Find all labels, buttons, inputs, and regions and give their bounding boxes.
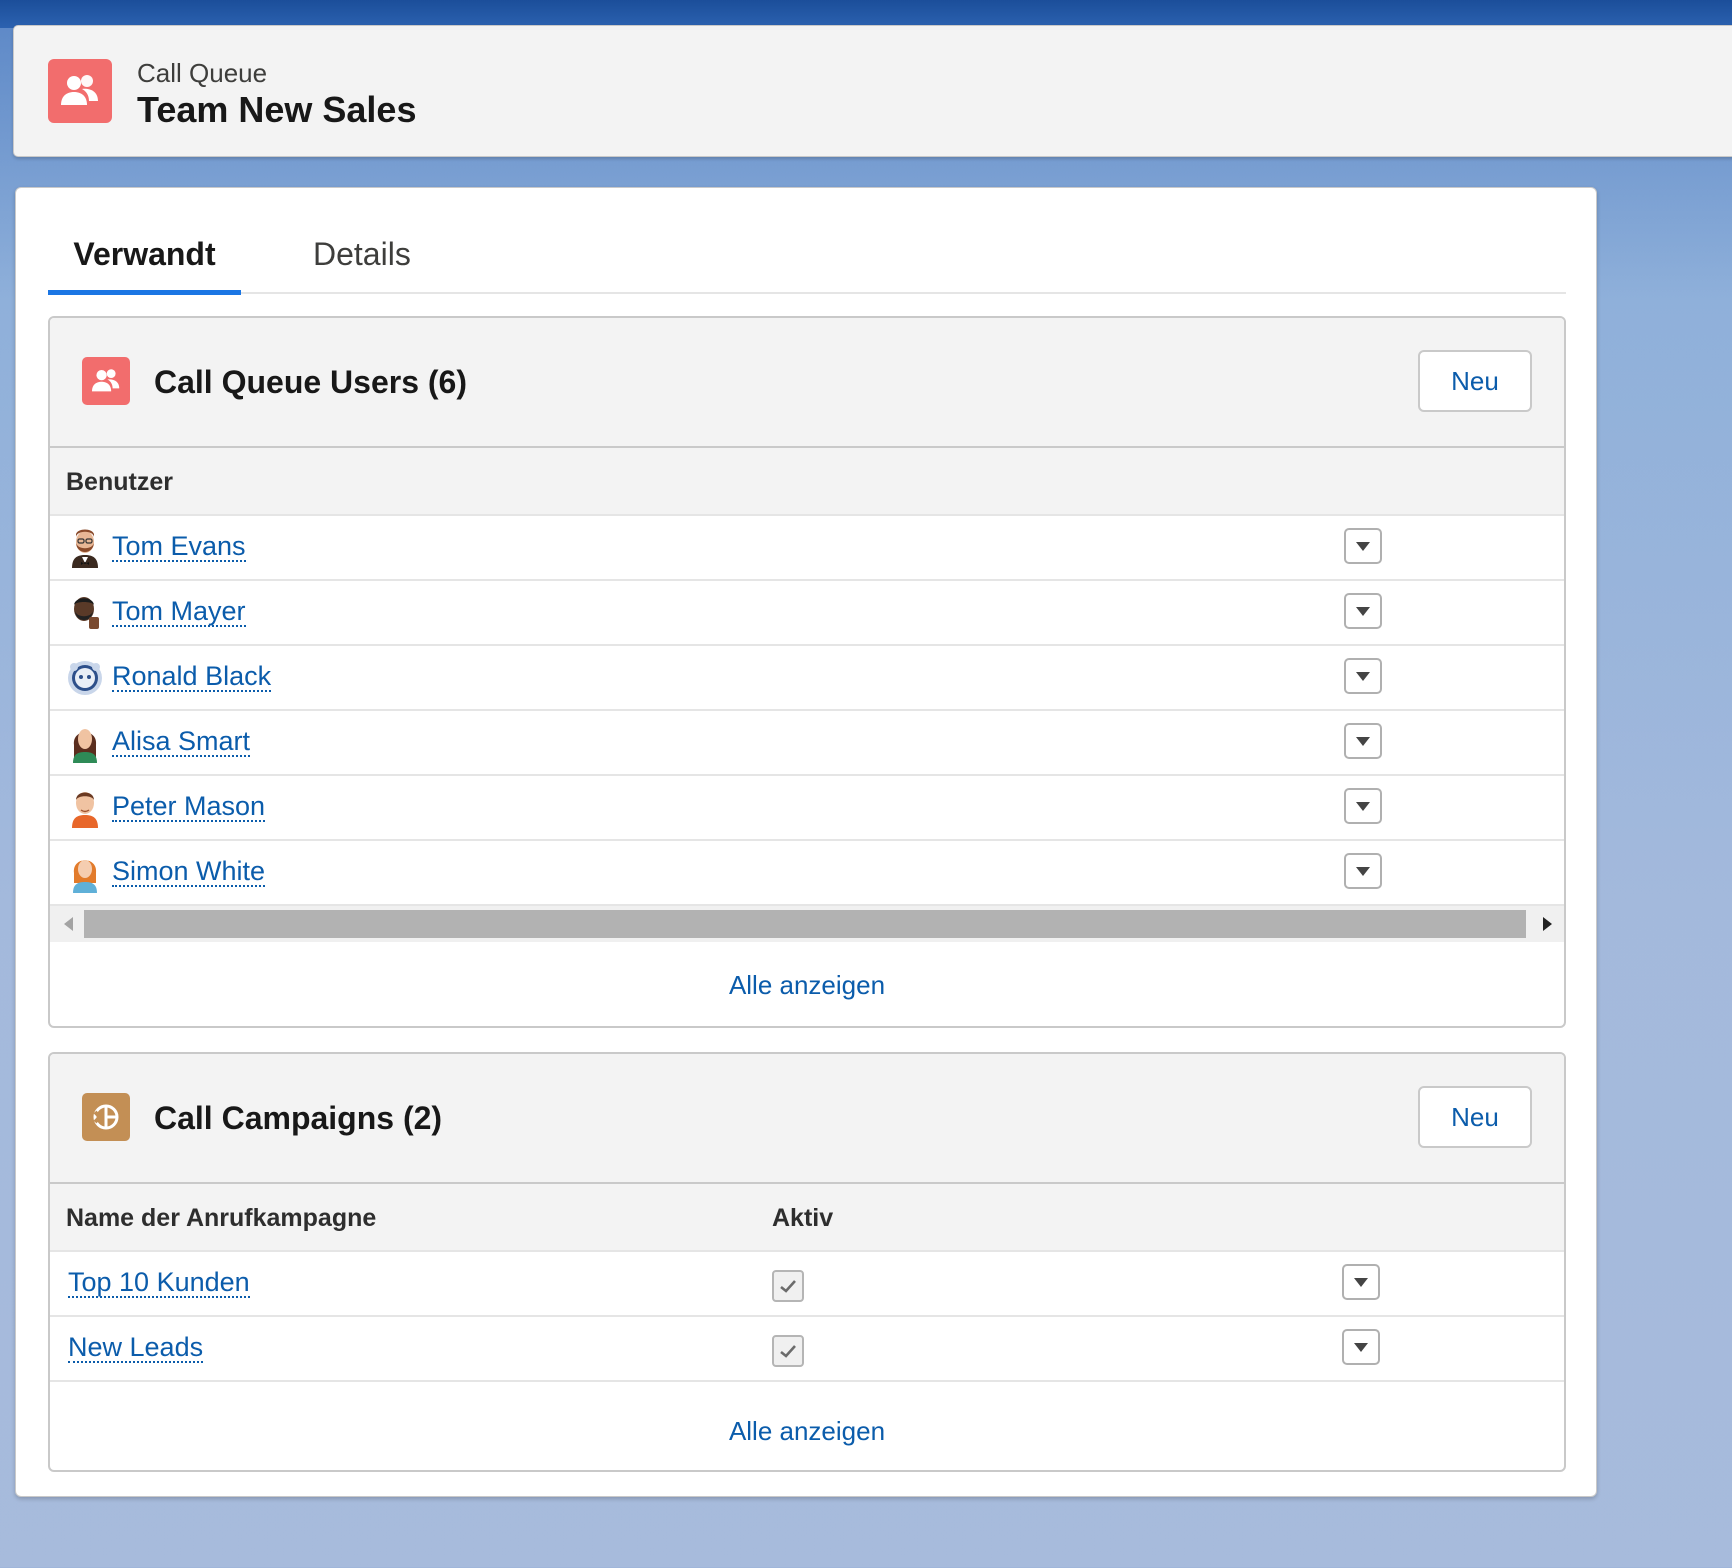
active-checkbox — [772, 1270, 804, 1302]
table-row: Tom Mayer — [50, 581, 1564, 646]
astro-avatar — [68, 661, 102, 695]
chevron-down-icon — [1356, 866, 1370, 876]
scrollbar-thumb[interactable] — [84, 910, 1526, 938]
call-campaigns-list: Call Campaigns (2) Neu Name der Anrufkam… — [48, 1052, 1566, 1472]
user-link-tom-mayer[interactable]: Tom Mayer — [112, 597, 246, 627]
object-type-label: Call Queue — [137, 58, 268, 88]
column-header-row: Name der Anrufkampagne Aktiv — [50, 1184, 1564, 1252]
row-actions-button[interactable] — [1344, 593, 1382, 629]
chevron-down-icon — [1356, 541, 1370, 551]
user-link-simon-white[interactable]: Simon White — [112, 857, 266, 887]
call-campaign-icon — [82, 1093, 130, 1141]
table-row: New Leads — [50, 1317, 1564, 1382]
chevron-down-icon — [1354, 1277, 1368, 1287]
user-link-peter-mason[interactable]: Peter Mason — [112, 792, 266, 822]
red-hair-avatar — [73, 860, 97, 893]
view-all-users-link[interactable]: Alle anzeigen — [50, 970, 1564, 1001]
table-row: Ronald Black — [50, 646, 1564, 711]
scroll-left-icon[interactable] — [64, 917, 73, 931]
chevron-down-icon — [1356, 801, 1370, 811]
record-title: Team New Sales — [137, 89, 417, 130]
view-all-campaigns-link[interactable]: Alle anzeigen — [50, 1416, 1564, 1447]
column-header-row: Benutzer — [50, 448, 1564, 516]
tab-verwandt[interactable]: Verwandt — [48, 236, 241, 295]
column-header-aktiv[interactable]: Aktiv — [772, 1204, 833, 1233]
user-link-tom-evans[interactable]: Tom Evans — [112, 532, 246, 562]
chevron-down-icon — [1354, 1342, 1368, 1352]
tab-bar: Verwandt Details — [48, 188, 1566, 295]
chevron-down-icon — [1356, 736, 1370, 746]
related-list-title[interactable]: Call Queue Users (6) — [154, 364, 467, 401]
dark-skin-man-avatar — [74, 597, 99, 629]
tab-details[interactable]: Details — [313, 236, 411, 273]
row-actions-button[interactable] — [1342, 1264, 1380, 1300]
table-row: Peter Mason — [50, 776, 1564, 841]
row-actions-button[interactable] — [1344, 723, 1382, 759]
campaign-link-top-10-kunden[interactable]: Top 10 Kunden — [68, 1268, 250, 1298]
record-header: Call Queue Team New Sales — [13, 25, 1732, 157]
user-link-alisa-smart[interactable]: Alisa Smart — [112, 727, 251, 757]
table-row: Top 10 Kunden — [50, 1252, 1564, 1317]
checkmark-icon — [780, 1279, 796, 1293]
call-queue-users-list: Call Queue Users (6) Neu Benutzer Tom Ev… — [48, 316, 1566, 1028]
related-list-header: Call Queue Users (6) Neu — [50, 318, 1564, 448]
row-actions-button[interactable] — [1344, 658, 1382, 694]
new-campaign-button[interactable]: Neu — [1418, 1086, 1532, 1148]
table-row: Tom Evans — [50, 516, 1564, 581]
man-orange-shirt-avatar — [72, 792, 98, 828]
related-list-title[interactable]: Call Campaigns (2) — [154, 1100, 442, 1137]
call-queue-icon — [48, 59, 112, 123]
chevron-down-icon — [1356, 671, 1370, 681]
app-top-band — [0, 0, 1732, 28]
related-card: Verwandt Details Call Queue Users (6) Ne… — [15, 187, 1597, 1497]
row-actions-button[interactable] — [1342, 1329, 1380, 1365]
campaign-link-new-leads[interactable]: New Leads — [68, 1333, 204, 1363]
column-header-benutzer[interactable]: Benutzer — [66, 468, 173, 497]
call-queue-users-icon — [82, 357, 130, 405]
related-list-header: Call Campaigns (2) Neu — [50, 1054, 1564, 1184]
bearded-man-avatar — [72, 529, 98, 568]
column-header-campaign-name[interactable]: Name der Anrufkampagne — [66, 1204, 376, 1233]
scroll-right-icon[interactable] — [1543, 917, 1552, 931]
row-actions-button[interactable] — [1344, 853, 1382, 889]
checkmark-icon — [780, 1344, 796, 1358]
table-row: Simon White — [50, 841, 1564, 906]
row-actions-button[interactable] — [1344, 788, 1382, 824]
chevron-down-icon — [1356, 606, 1370, 616]
new-user-button[interactable]: Neu — [1418, 350, 1532, 412]
row-actions-button[interactable] — [1344, 528, 1382, 564]
active-checkbox — [772, 1335, 804, 1367]
horizontal-scrollbar[interactable] — [50, 906, 1564, 942]
woman-avatar — [73, 729, 97, 763]
table-row: Alisa Smart — [50, 711, 1564, 776]
user-link-ronald-black[interactable]: Ronald Black — [112, 662, 272, 692]
